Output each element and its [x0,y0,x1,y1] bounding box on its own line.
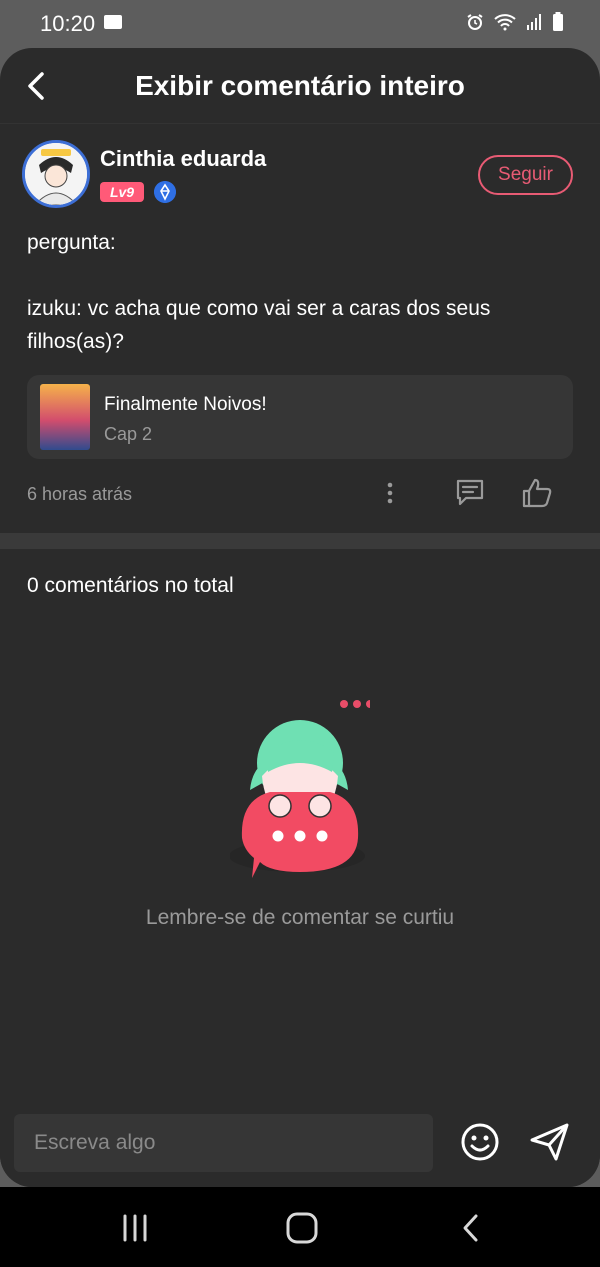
book-title: Finalmente Noivos! [104,394,267,415]
level-badge: Lv9 [100,182,144,202]
comment-text: pergunta: izuku: vc acha que como vai se… [27,231,491,353]
avatar[interactable] [22,140,90,208]
battery-icon [553,12,563,31]
empty-state-message: Lembre-se de comentar se curtiu [145,906,455,929]
folder-icon [104,15,122,29]
alarm-icon [467,14,483,30]
comments-total: 0 comentários no total [27,574,234,597]
author-name[interactable]: Cinthia eduarda [100,146,266,172]
avatar-illustration [25,143,87,205]
diamond-badge-icon [154,181,176,203]
empty-comments-illustration [230,700,370,878]
status-icons [466,12,564,32]
reply-comment-icon[interactable] [454,476,486,508]
comment-timestamp: 6 horas atrás [27,484,133,504]
header: Exibir comentário inteiro [0,48,600,124]
thumbs-up-icon[interactable] [520,476,554,510]
status-time: 10:20 [40,11,96,36]
wifi-icon [494,14,516,31]
send-icon[interactable] [529,1122,571,1162]
more-options-icon[interactable] [378,478,402,508]
follow-button[interactable]: Seguir [478,155,573,195]
comment-composer [0,1100,600,1187]
status-bar: 10:20 [0,0,600,48]
section-divider [0,533,600,549]
comment-detail-screen: Exibir comentário inteiro Cinthia eduard… [0,48,600,1187]
book-cover-image [40,384,90,450]
recent-apps-icon[interactable] [115,1211,155,1245]
comment-input[interactable] [14,1114,433,1172]
system-nav-bar [0,1187,600,1267]
back-nav-icon[interactable] [452,1211,492,1245]
page-title: Exibir comentário inteiro [135,70,465,101]
book-card[interactable]: Finalmente Noivos! Cap 2 [27,375,573,459]
home-icon[interactable] [282,1211,322,1245]
emoji-icon[interactable] [460,1122,500,1162]
book-chapter: Cap 2 [104,424,153,444]
signal-icon [527,14,541,30]
